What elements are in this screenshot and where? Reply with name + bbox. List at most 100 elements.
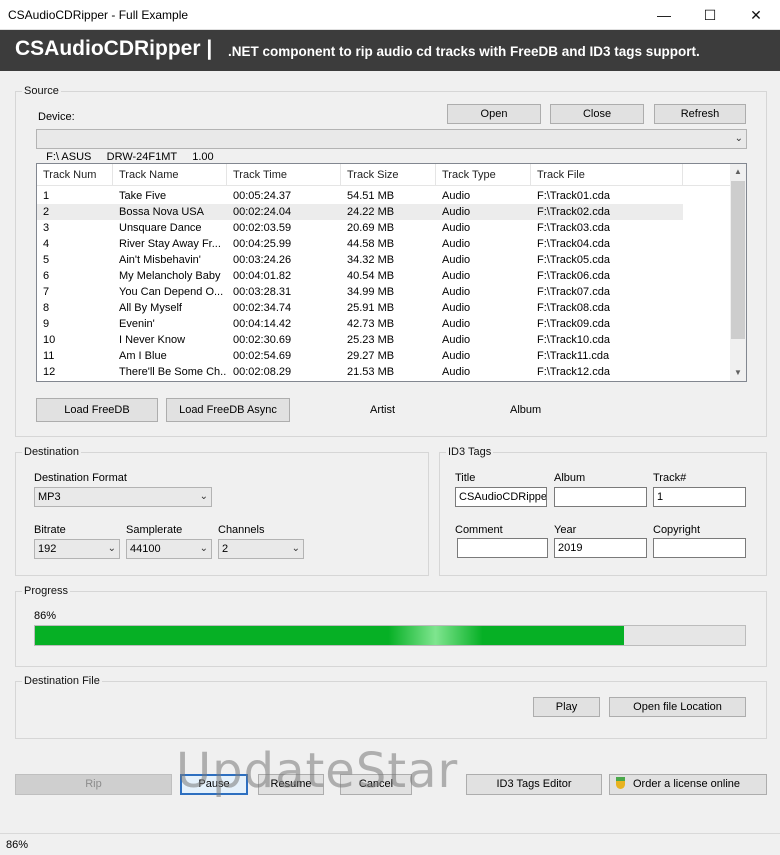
table-cell: There'll Be Some Ch... xyxy=(119,366,227,378)
table-cell: You Can Depend O... xyxy=(119,286,224,298)
table-cell: 3 xyxy=(43,222,50,234)
id3-track-input[interactable]: 1 xyxy=(653,487,746,507)
open-button[interactable]: Open xyxy=(447,104,541,124)
table-cell: 2 xyxy=(43,206,50,218)
id3-tags-editor-button[interactable]: ID3 Tags Editor xyxy=(466,774,602,795)
scroll-up-icon[interactable]: ▲ xyxy=(730,164,746,180)
table-cell: 54.51 MB xyxy=(347,190,395,202)
table-cell: 42.73 MB xyxy=(347,318,395,330)
table-cell: 40.54 MB xyxy=(347,270,395,282)
scrollbar-thumb[interactable] xyxy=(731,181,745,339)
bitrate-value: 192 xyxy=(38,543,57,555)
id3-title-input[interactable]: CSAudioCDRipper xyxy=(455,487,547,507)
destination-format-select[interactable]: MP3 ⌄ xyxy=(34,487,212,507)
table-cell: 00:02:03.59 xyxy=(233,222,292,234)
table-cell: 00:04:25.99 xyxy=(233,238,292,250)
status-bar: 86% xyxy=(0,833,780,855)
table-cell: F:\Track10.cda xyxy=(537,334,610,346)
table-row[interactable]: 7 You Can Depend O... 00:03:28.31 34.99 MB A… xyxy=(37,284,683,300)
close-device-button[interactable]: Close xyxy=(550,104,644,124)
track-list[interactable]: Track Num Track Name Track Time Track Si… xyxy=(36,163,747,382)
rip-button[interactable]: Rip xyxy=(15,774,172,795)
table-cell: Audio xyxy=(442,270,471,282)
open-file-location-button[interactable]: Open file Location xyxy=(609,697,746,717)
table-row[interactable]: 8 All By Myself 00:02:34.74 25.91 MB Audio F:… xyxy=(37,300,683,316)
table-cell: 12 xyxy=(43,366,56,378)
column-header[interactable]: Track Size xyxy=(341,164,436,186)
table-cell: F:\Track02.cda xyxy=(537,206,610,218)
table-cell: 24.22 MB xyxy=(347,206,395,218)
scroll-down-icon[interactable]: ▼ xyxy=(730,365,746,381)
table-row[interactable]: 6 My Melancholy Baby 00:04:01.82 40.54 MB Au… xyxy=(37,268,683,284)
table-row[interactable]: 11 Am I Blue 00:02:54.69 29.27 MB Audio F:\Tr… xyxy=(37,348,683,364)
table-cell: 00:02:08.29 xyxy=(233,366,292,378)
vertical-scrollbar[interactable]: ▲ ▼ xyxy=(730,164,746,381)
column-header[interactable]: Track Num xyxy=(37,164,113,186)
table-cell: F:\Track04.cda xyxy=(537,238,610,250)
table-row[interactable]: 5 Ain't Misbehavin' 00:03:24.26 34.32 MB Aud… xyxy=(37,252,683,268)
maximize-button[interactable]: ☐ xyxy=(687,0,733,30)
table-cell: 00:05:24.37 xyxy=(233,190,292,202)
table-cell: Ain't Misbehavin' xyxy=(119,254,201,266)
table-cell: F:\Track07.cda xyxy=(537,286,610,298)
progress-percent: 86% xyxy=(34,610,57,622)
destination-file-label: Destination File xyxy=(22,675,102,687)
table-cell: Audio xyxy=(442,318,471,330)
bitrate-select[interactable]: 192 ⌄ xyxy=(34,539,120,559)
table-cell: I Never Know xyxy=(119,334,186,346)
table-cell: F:\Track01.cda xyxy=(537,190,610,202)
table-cell: 34.32 MB xyxy=(347,254,395,266)
play-button[interactable]: Play xyxy=(533,697,600,717)
table-cell: Bossa Nova USA xyxy=(119,206,204,218)
table-cell: F:\Track06.cda xyxy=(537,270,610,282)
minimize-button[interactable]: — xyxy=(641,0,687,30)
table-cell: Take Five xyxy=(119,190,167,202)
id3-album-input[interactable] xyxy=(554,487,647,507)
table-cell: Audio xyxy=(442,350,471,362)
table-cell: 25.23 MB xyxy=(347,334,395,346)
table-row[interactable]: 2 Bossa Nova USA 00:02:24.04 24.22 MB Audio F… xyxy=(37,204,683,220)
column-header[interactable]: Track Name xyxy=(113,164,227,186)
table-cell: F:\Track11.cda xyxy=(537,350,610,362)
chevron-down-icon: ⌄ xyxy=(199,491,208,502)
table-cell: 00:02:54.69 xyxy=(233,350,292,362)
load-freedb-button[interactable]: Load FreeDB xyxy=(36,398,158,422)
table-cell: F:\Track08.cda xyxy=(537,302,610,314)
samplerate-select[interactable]: 44100 ⌄ xyxy=(126,539,212,559)
table-row[interactable]: 10 I Never Know 00:02:30.69 25.23 MB Audio F:… xyxy=(37,332,683,348)
table-row[interactable]: 4 River Stay Away Fr... 00:04:25.99 44.58 M… xyxy=(37,236,683,252)
column-header[interactable]: Track Type xyxy=(436,164,531,186)
table-cell: Audio xyxy=(442,190,471,202)
id3-year-input[interactable]: 2019 xyxy=(554,538,647,558)
table-cell: Unsquare Dance xyxy=(119,222,202,234)
close-window-button[interactable]: ✕ xyxy=(733,0,779,30)
column-header[interactable]: Track Time xyxy=(227,164,341,186)
source-label: Source xyxy=(22,85,61,97)
table-cell: 7 xyxy=(43,286,50,298)
table-cell: 21.53 MB xyxy=(347,366,395,378)
table-row[interactable]: 3 Unsquare Dance 00:02:03.59 20.69 MB Audio F… xyxy=(37,220,683,236)
channels-label: Channels xyxy=(218,524,265,536)
table-cell: Audio xyxy=(442,286,471,298)
refresh-button[interactable]: Refresh xyxy=(654,104,746,124)
id3-comment-input[interactable] xyxy=(457,538,548,558)
column-header[interactable]: Track File xyxy=(531,164,683,186)
channels-select[interactable]: 2 ⌄ xyxy=(218,539,304,559)
table-cell: 20.69 MB xyxy=(347,222,395,234)
table-cell: 6 xyxy=(43,270,50,282)
table-row[interactable]: 9 Evenin' 00:04:14.42 42.73 MB Audio F:\Track… xyxy=(37,316,683,332)
medal-icon xyxy=(616,777,625,789)
table-row[interactable]: 1 Take Five 00:05:24.37 54.51 MB Audio F:\Tra… xyxy=(37,188,683,204)
id3-copyright-input[interactable] xyxy=(653,538,746,558)
table-row[interactable]: 12 There'll Be Some Ch... 00:02:08.29 21.53… xyxy=(37,364,683,380)
device-select[interactable]: F:\ ASUS DRW-24F1MT 1.00 ⌄ xyxy=(36,129,747,163)
device-label: Device: xyxy=(38,111,75,123)
samplerate-label: Samplerate xyxy=(126,524,183,536)
load-freedb-async-button[interactable]: Load FreeDB Async xyxy=(166,398,290,422)
table-cell: 00:03:24.26 xyxy=(233,254,292,266)
order-license-button[interactable]: Order a license online xyxy=(609,774,767,795)
table-cell: 44.58 MB xyxy=(347,238,395,250)
id3-track-label: Track# xyxy=(653,472,687,484)
table-cell: 4 xyxy=(43,238,50,250)
samplerate-value: 44100 xyxy=(130,543,161,555)
